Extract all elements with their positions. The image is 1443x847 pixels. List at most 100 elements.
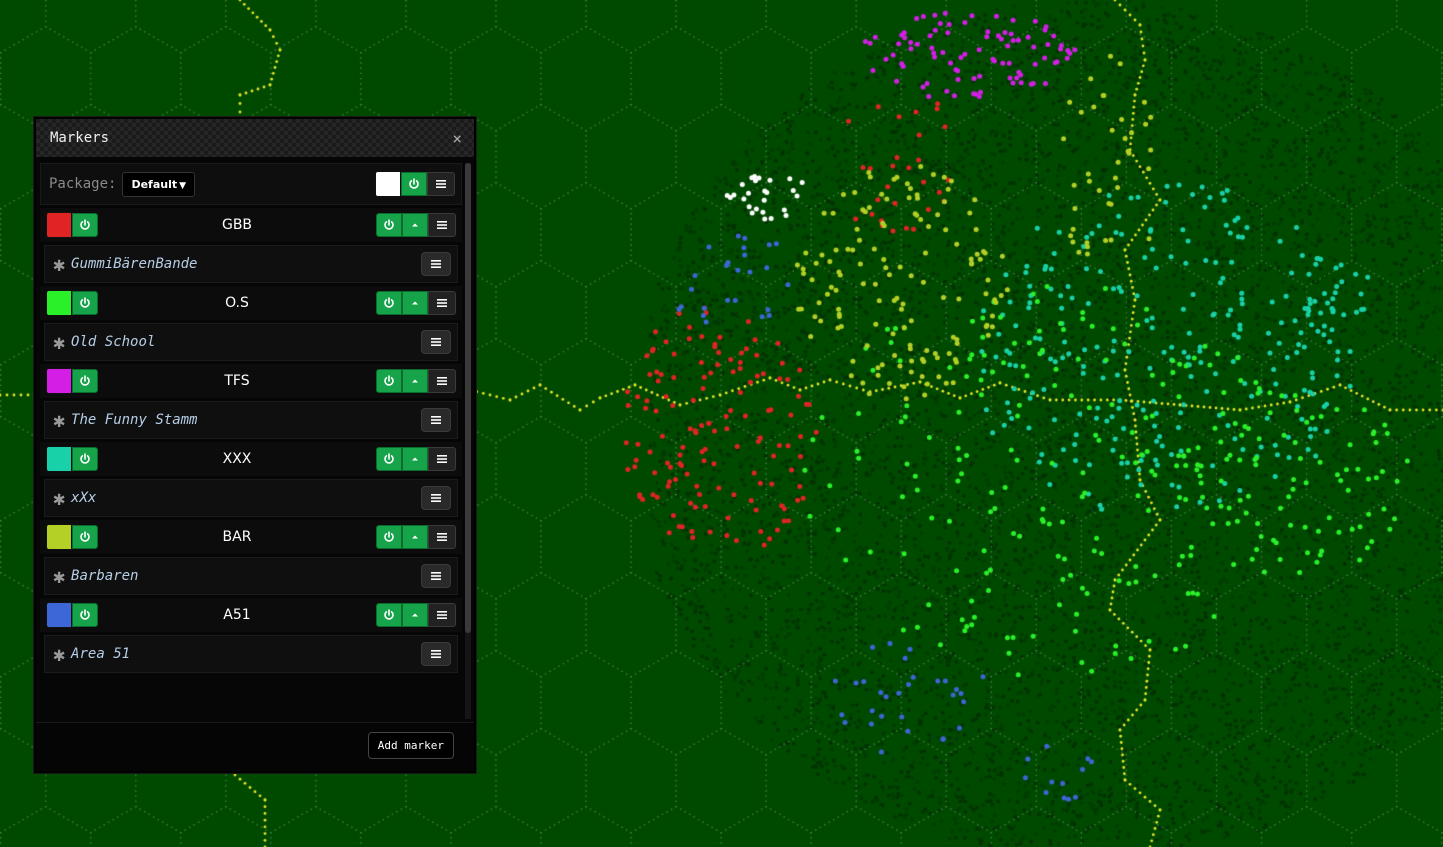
hamburger-icon [437,377,447,385]
marker-move-up-button[interactable] [402,369,428,393]
marker-entry-menu-button[interactable] [421,330,451,354]
marker-entry-name[interactable]: Area 51 [71,646,421,662]
marker-menu-button[interactable] [428,447,456,471]
marker-entry: ✱ GummiBärenBande [44,245,458,283]
asterisk-icon: ✱ [53,642,66,666]
close-icon[interactable]: × [452,129,462,148]
scrollbar[interactable] [465,163,471,719]
caret-up-icon [412,223,418,227]
marker-toggle-button[interactable] [376,213,402,237]
marker-entry: ✱ Area 51 [44,635,458,673]
hamburger-icon [431,494,441,502]
marker-color-group [46,602,98,628]
own-color-swatch[interactable] [375,171,401,197]
marker-move-up-button[interactable] [402,525,428,549]
marker-entry-name[interactable]: The Funny Stamm [71,412,421,428]
marker-move-up-button[interactable] [402,447,428,471]
marker-tag: GBB [221,217,253,233]
marker-row: TFS [40,364,462,398]
package-menu-button[interactable] [427,172,455,196]
panel-footer: Add marker [36,722,474,771]
marker-color-group [46,446,98,472]
marker-menu-button[interactable] [428,213,456,237]
marker-tag: A51 [223,607,251,623]
marker-controls [376,369,456,393]
marker-menu-button[interactable] [428,291,456,315]
marker-move-up-button[interactable] [402,291,428,315]
marker-entry-name[interactable]: Barbaren [71,568,421,584]
marker-toggle-button[interactable] [376,291,402,315]
caret-up-icon [412,457,418,461]
marker-power-button[interactable] [72,291,98,315]
marker-menu-button[interactable] [428,369,456,393]
marker-controls [376,525,456,549]
marker-tag: O.S [225,295,249,311]
marker-color-group [46,290,98,316]
hamburger-icon [437,299,447,307]
package-controls [375,171,455,197]
marker-entry-name[interactable]: Old School [71,334,421,350]
package-dropdown[interactable]: Default ▼ [122,171,196,197]
marker-entry-menu-button[interactable] [421,564,451,588]
hamburger-icon [431,416,441,424]
add-marker-button[interactable]: Add marker [367,732,454,759]
hamburger-icon [431,572,441,580]
marker-toggle-button[interactable] [376,447,402,471]
asterisk-icon: ✱ [53,564,66,588]
power-icon [384,375,394,386]
marker-controls [376,213,456,237]
markers-list[interactable]: Package: Default ▼ GBB ✱ GummiBärenBande O.S… [40,163,462,719]
power-icon [80,609,90,620]
marker-color-swatch[interactable] [46,368,72,394]
marker-entry-menu-button[interactable] [421,408,451,432]
power-icon [80,453,90,464]
marker-entry-menu-button[interactable] [421,486,451,510]
caret-down-icon: ▼ [179,180,187,191]
marker-toggle-button[interactable] [376,603,402,627]
marker-color-swatch[interactable] [46,446,72,472]
marker-power-button[interactable] [72,369,98,393]
marker-toggle-button[interactable] [376,369,402,393]
hamburger-icon [437,533,447,541]
marker-color-swatch[interactable] [46,524,72,550]
marker-power-button[interactable] [72,213,98,237]
marker-power-button[interactable] [72,525,98,549]
marker-power-button[interactable] [72,603,98,627]
caret-up-icon [412,535,418,539]
marker-tag: TFS [224,373,250,389]
power-icon [80,375,90,386]
marker-color-swatch[interactable] [46,602,72,628]
power-icon [384,297,394,308]
caret-up-icon [412,379,418,383]
hamburger-icon [437,611,447,619]
marker-entry: ✱ The Funny Stamm [44,401,458,439]
asterisk-icon: ✱ [53,486,66,510]
hamburger-icon [431,338,441,346]
asterisk-icon: ✱ [53,330,66,354]
caret-up-icon [412,301,418,305]
marker-controls [376,603,456,627]
marker-menu-button[interactable] [428,525,456,549]
package-power-button[interactable] [401,172,427,196]
marker-menu-button[interactable] [428,603,456,627]
package-value: Default [131,177,178,191]
package-label: Package: [49,176,117,192]
panel-titlebar[interactable]: Markers × [36,119,474,157]
scrollbar-thumb[interactable] [465,163,471,633]
marker-power-button[interactable] [72,447,98,471]
marker-entry-menu-button[interactable] [421,642,451,666]
marker-row: GBB [40,208,462,242]
marker-toggle-button[interactable] [376,525,402,549]
marker-move-up-button[interactable] [402,213,428,237]
marker-entry-menu-button[interactable] [421,252,451,276]
marker-entry: ✱ Old School [44,323,458,361]
power-icon [80,531,90,542]
marker-color-swatch[interactable] [46,290,72,316]
marker-entry-name[interactable]: xXx [71,490,421,506]
marker-color-swatch[interactable] [46,212,72,238]
marker-move-up-button[interactable] [402,603,428,627]
marker-color-group [46,368,98,394]
marker-entry-name[interactable]: GummiBärenBande [71,256,421,272]
marker-row: O.S [40,286,462,320]
asterisk-icon: ✱ [53,408,66,432]
